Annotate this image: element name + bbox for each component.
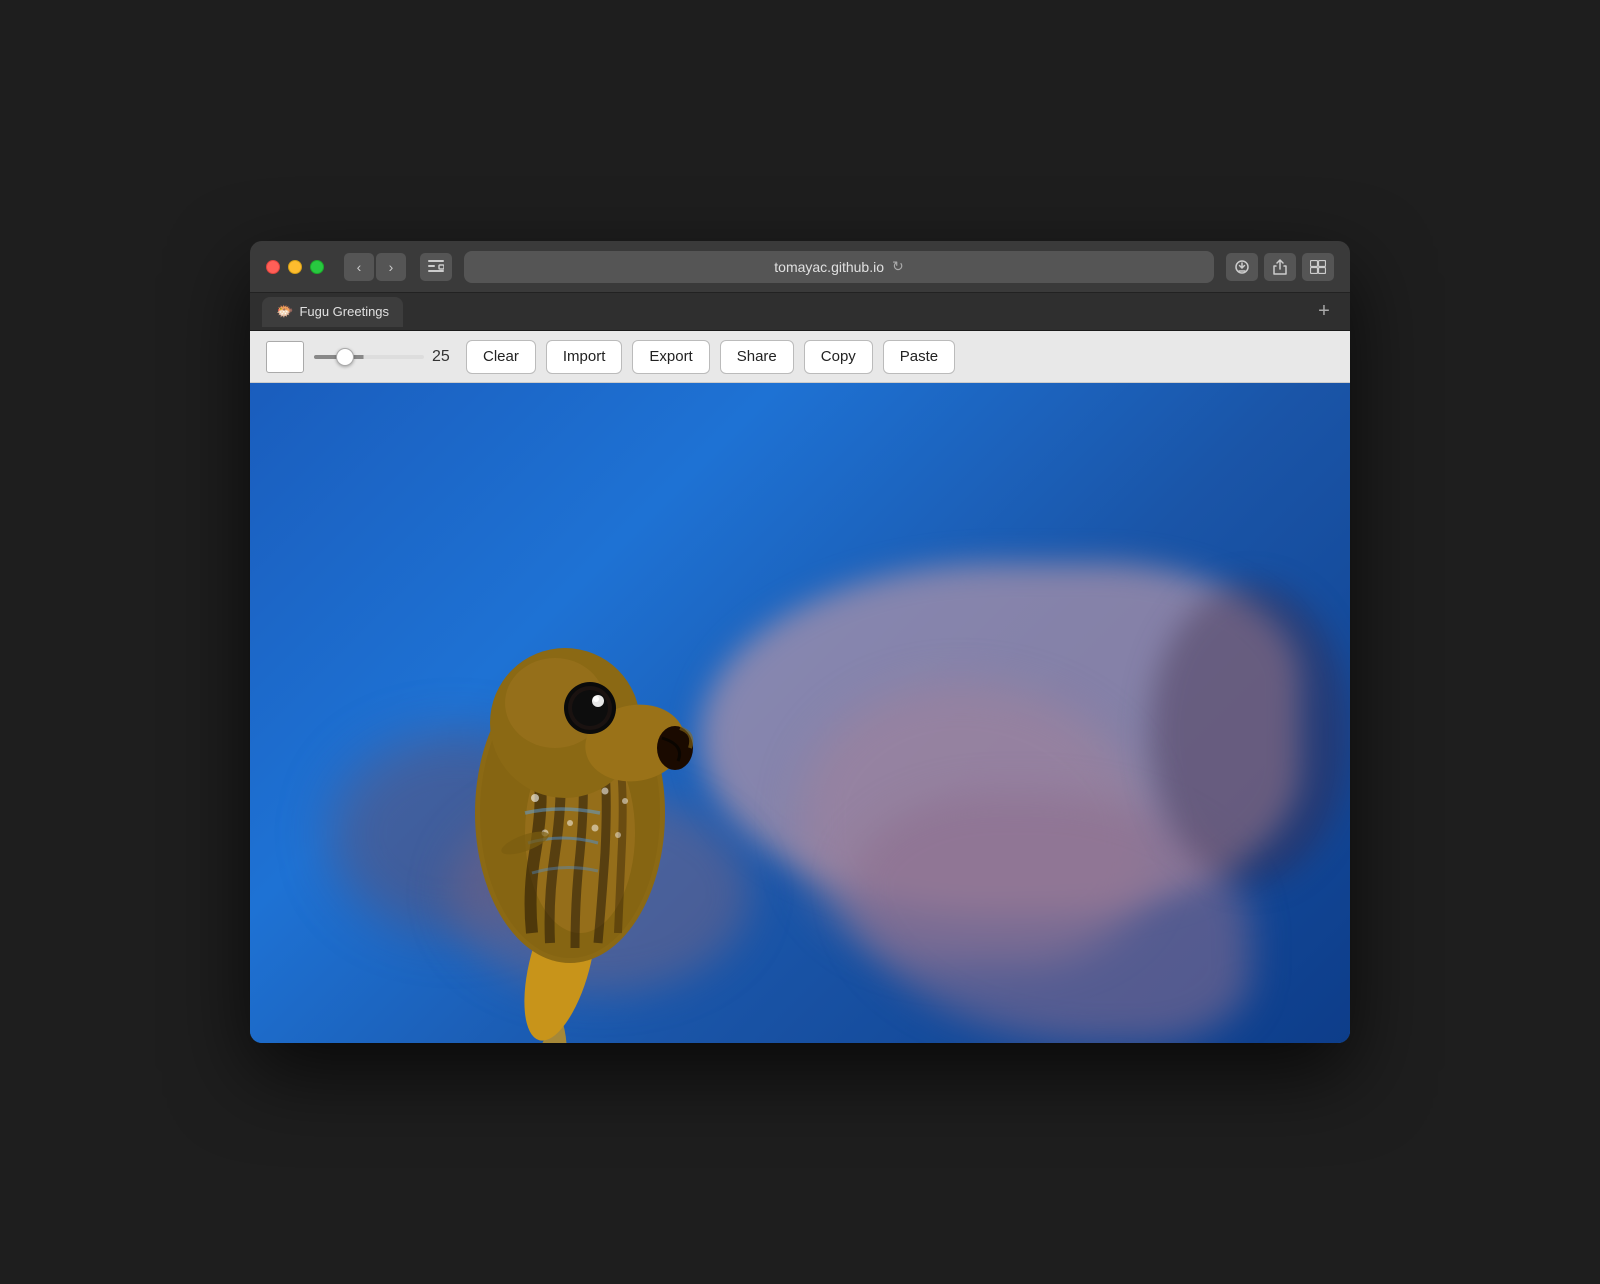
browser-window: ‹ › tomayac.github.io ↻ — [250, 241, 1350, 1043]
reload-button[interactable]: ↻ — [892, 258, 904, 275]
fish-illustration — [370, 533, 750, 1043]
coral-dark — [1150, 583, 1350, 883]
maximize-button[interactable] — [310, 260, 324, 274]
minimize-button[interactable] — [288, 260, 302, 274]
toolbar-right-buttons — [1226, 253, 1334, 281]
close-button[interactable] — [266, 260, 280, 274]
share-button[interactable] — [1264, 253, 1296, 281]
tab-overview-button[interactable] — [1302, 253, 1334, 281]
canvas-area[interactable] — [250, 383, 1350, 1043]
copy-button[interactable]: Copy — [804, 340, 873, 374]
forward-button[interactable]: › — [376, 253, 406, 281]
url-bar[interactable]: tomayac.github.io ↻ — [464, 251, 1214, 283]
clear-button[interactable]: Clear — [466, 340, 536, 374]
export-button[interactable]: Export — [632, 340, 709, 374]
new-tab-button[interactable]: + — [1310, 298, 1338, 326]
back-button[interactable]: ‹ — [344, 253, 374, 281]
brush-size-control: 25 — [314, 348, 456, 366]
brush-size-label: 25 — [432, 348, 456, 366]
traffic-lights — [266, 260, 324, 274]
share-app-button[interactable]: Share — [720, 340, 794, 374]
active-tab[interactable]: 🐡 Fugu Greetings — [262, 297, 403, 327]
tab-favicon: 🐡 — [276, 303, 293, 320]
fish-scene — [250, 383, 1350, 1043]
url-text: tomayac.github.io — [774, 259, 884, 275]
tab-bar: 🐡 Fugu Greetings + — [250, 293, 1350, 331]
nav-buttons: ‹ › — [344, 253, 406, 281]
color-swatch[interactable] — [266, 341, 304, 373]
sidebar-toggle-button[interactable] — [420, 253, 452, 281]
app-toolbar: 25 Clear Import Export Share Copy Paste — [250, 331, 1350, 383]
download-button[interactable] — [1226, 253, 1258, 281]
import-button[interactable]: Import — [546, 340, 623, 374]
paste-button[interactable]: Paste — [883, 340, 955, 374]
title-bar: ‹ › tomayac.github.io ↻ — [250, 241, 1350, 293]
brush-size-slider[interactable] — [314, 355, 424, 359]
tab-title: Fugu Greetings — [299, 304, 389, 319]
